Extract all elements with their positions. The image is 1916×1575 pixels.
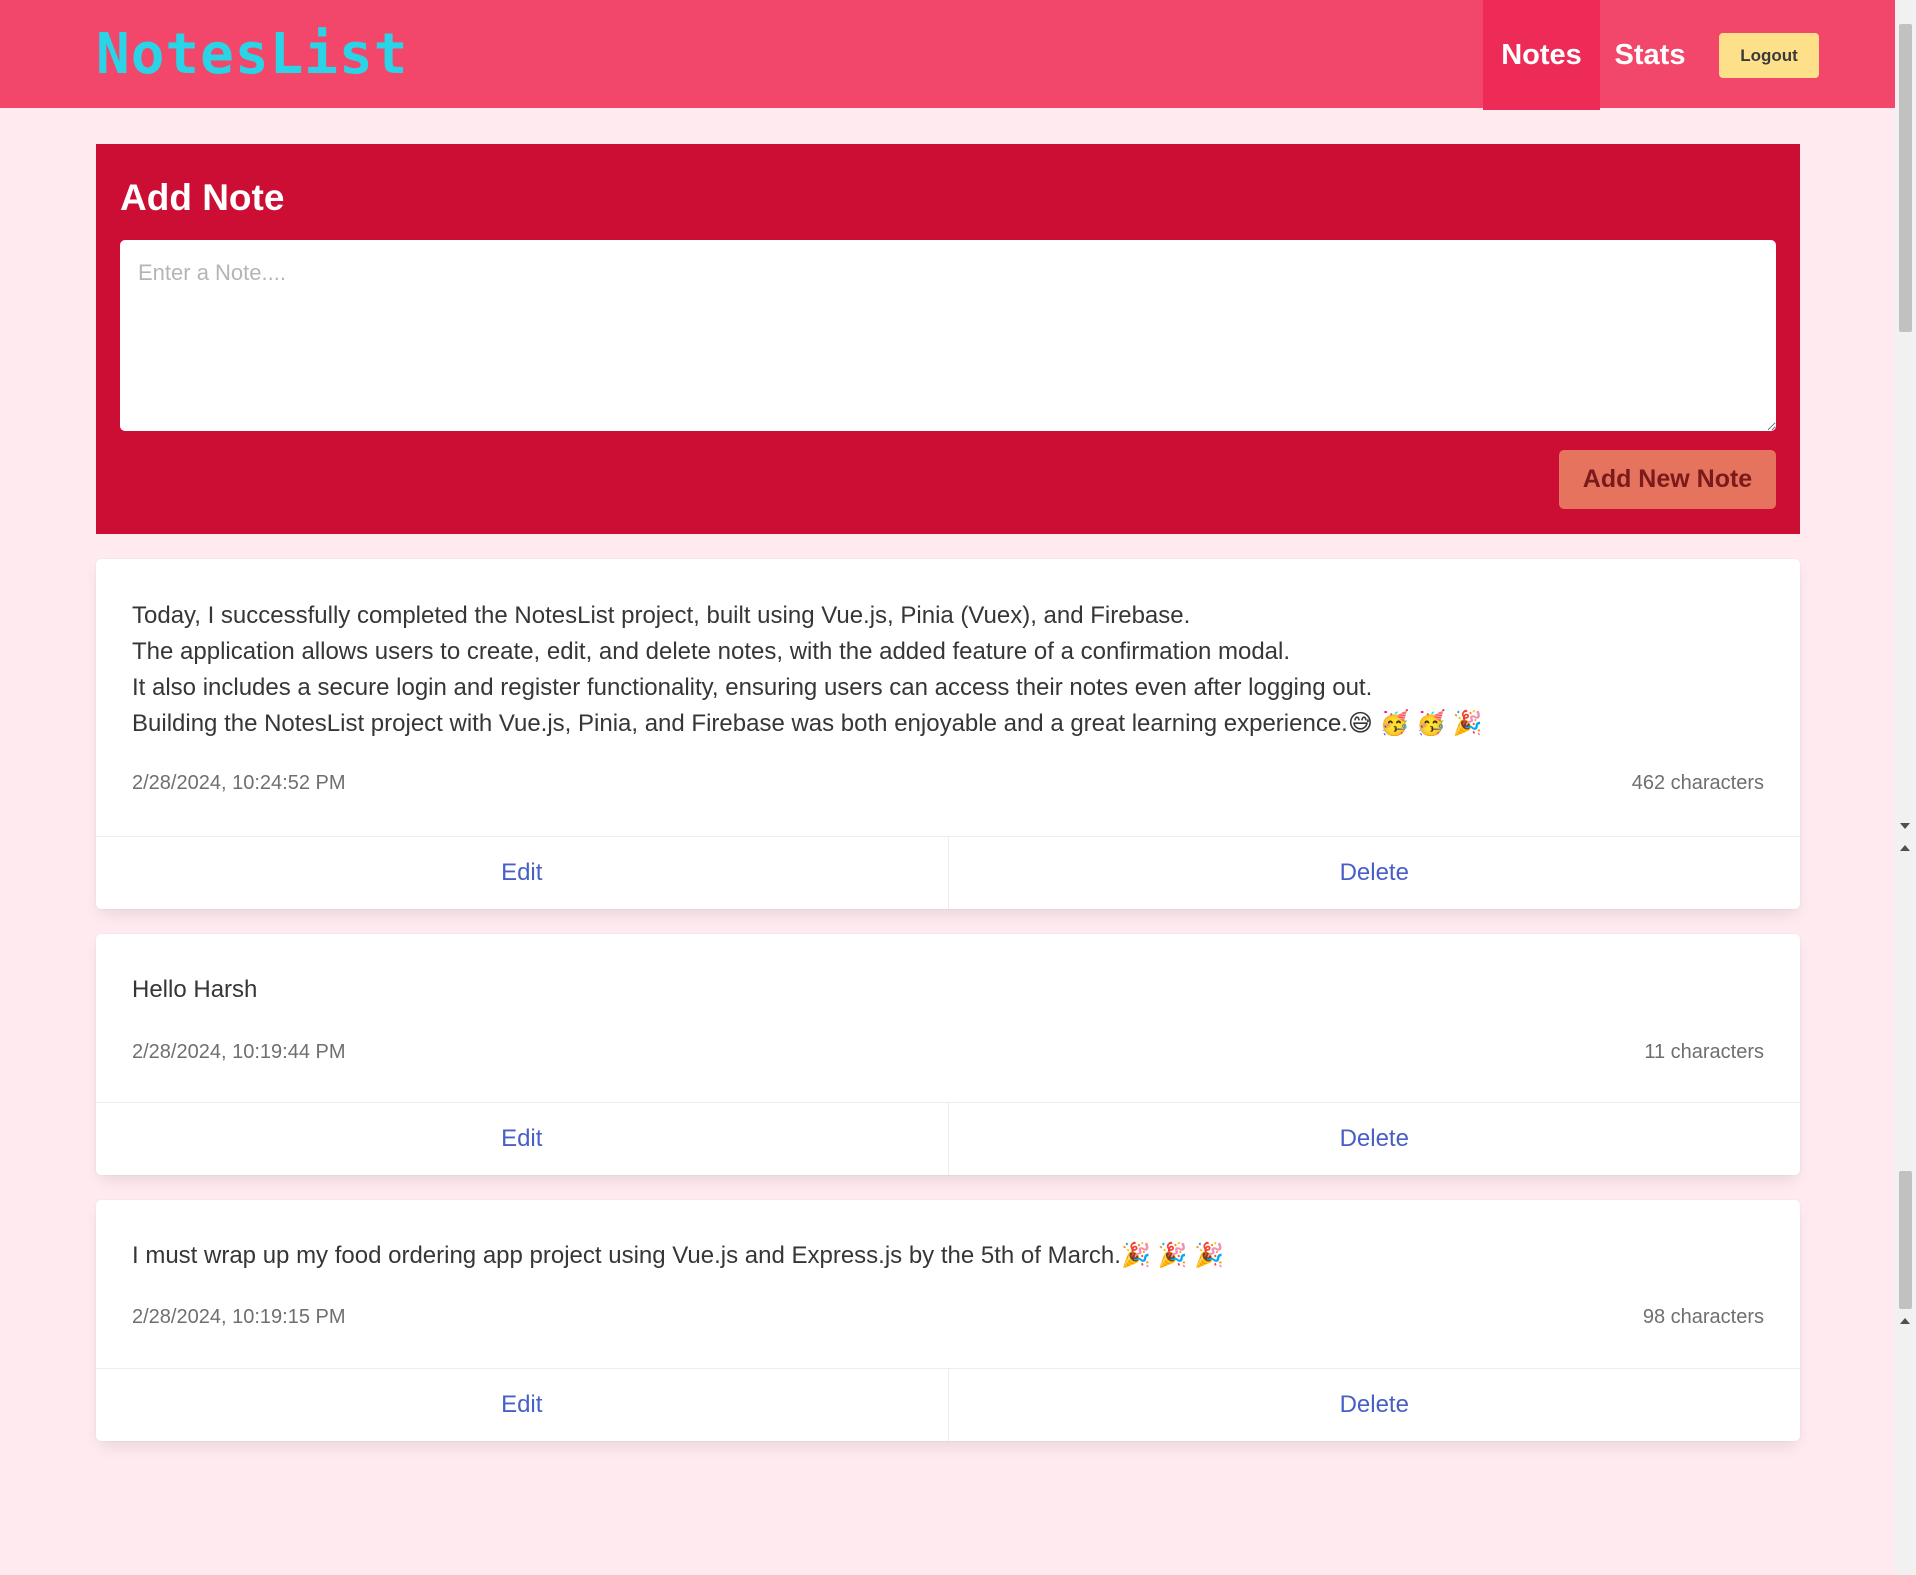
note-text-line: Today, I successfully completed the Note…: [132, 602, 1191, 629]
note-meta: 2/28/2024, 10:19:44 PM 11 characters: [132, 1041, 1764, 1064]
note-card-footer: Edit Delete: [96, 836, 1800, 909]
brand-logo[interactable]: NotesList: [96, 20, 408, 90]
delete-note-button[interactable]: Delete: [947, 837, 1801, 909]
note-content: Today, I successfully completed the Note…: [132, 598, 1764, 742]
add-note-panel: Add Note Add New Note: [96, 144, 1800, 534]
edit-note-button[interactable]: Edit: [96, 1369, 948, 1441]
note-content: I must wrap up my food ordering app proj…: [132, 1238, 1764, 1274]
note-content: Hello Harsh: [132, 972, 1764, 1008]
note-card-footer: Edit Delete: [96, 1102, 1800, 1175]
scroll-down-arrow-icon[interactable]: [1900, 823, 1910, 829]
edit-note-button[interactable]: Edit: [96, 837, 948, 909]
note-date: 2/28/2024, 10:19:44 PM: [132, 1041, 346, 1063]
note-input[interactable]: [120, 240, 1776, 431]
note-text-line: It also includes a secure login and regi…: [132, 674, 1373, 701]
page-scrollbar[interactable]: [1895, 0, 1916, 1575]
scrollbar-thumb-secondary[interactable]: [1899, 1171, 1912, 1309]
delete-note-button[interactable]: Delete: [947, 1103, 1801, 1175]
logout-button[interactable]: Logout: [1719, 33, 1819, 78]
scroll-up-arrow-icon[interactable]: [1900, 1318, 1910, 1324]
note-text-line: I must wrap up my food ordering app proj…: [132, 1242, 1224, 1269]
note-date: 2/28/2024, 10:19:15 PM: [132, 1306, 346, 1328]
add-note-title: Add Note: [120, 177, 285, 218]
note-meta: 2/28/2024, 10:24:52 PM 462 characters: [132, 772, 1764, 795]
add-new-note-button[interactable]: Add New Note: [1559, 450, 1776, 509]
note-text-line: Building the NotesList project with Vue.…: [132, 710, 1483, 737]
edit-note-button[interactable]: Edit: [96, 1103, 948, 1175]
scroll-up-arrow-icon[interactable]: [1900, 845, 1910, 851]
note-meta: 2/28/2024, 10:19:15 PM 98 characters: [132, 1306, 1764, 1329]
note-card: I must wrap up my food ordering app proj…: [96, 1200, 1800, 1441]
note-character-count: 98 characters: [1642, 1306, 1764, 1328]
note-character-count: 11 characters: [1644, 1041, 1764, 1063]
note-card-footer: Edit Delete: [96, 1368, 1800, 1441]
delete-note-button[interactable]: Delete: [947, 1369, 1801, 1441]
note-text-line: The application allows users to create, …: [132, 638, 1291, 665]
nav-item-stats[interactable]: Stats: [1600, 0, 1700, 110]
note-date: 2/28/2024, 10:24:52 PM: [132, 772, 346, 794]
note-card: Today, I successfully completed the Note…: [96, 559, 1800, 909]
note-character-count: 462 characters: [1631, 772, 1764, 794]
nav-item-notes[interactable]: Notes: [1483, 0, 1600, 110]
note-text-line: Hello Harsh: [132, 976, 258, 1003]
scrollbar-thumb[interactable]: [1899, 24, 1912, 332]
navbar: NotesList Notes Stats Logout: [0, 0, 1895, 110]
note-card: Hello Harsh 2/28/2024, 10:19:44 PM 11 ch…: [96, 934, 1800, 1175]
